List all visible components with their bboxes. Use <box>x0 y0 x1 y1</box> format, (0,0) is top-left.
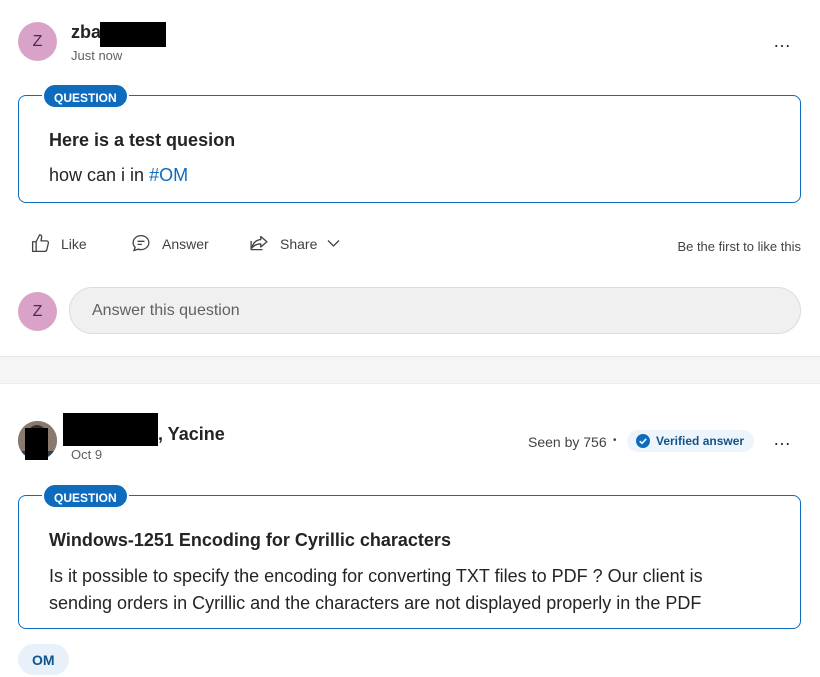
redaction-bar <box>25 428 48 460</box>
question-box: Windows-1251 Encoding for Cyrillic chara… <box>18 495 801 629</box>
avatar-initial: Z <box>32 32 43 50</box>
question-body-line: Is it possible to specify the encoding f… <box>49 566 703 586</box>
like-label: Like <box>61 235 87 252</box>
answer-input[interactable]: Answer this question <box>69 287 801 334</box>
share-button[interactable]: Share <box>248 233 340 254</box>
post-card-2: , Yacine Oct 9 Seen by 756 • Verified an… <box>0 384 820 677</box>
topic-tag[interactable]: OM <box>18 644 69 675</box>
share-label: Share <box>280 235 318 252</box>
like-icon <box>31 234 50 253</box>
more-options-icon[interactable]: … <box>773 430 792 448</box>
verified-check-icon <box>636 434 650 448</box>
question-badge: QUESTION <box>42 483 129 509</box>
answer-button[interactable]: Answer <box>130 233 209 254</box>
more-options-icon[interactable]: … <box>773 32 792 50</box>
post-timestamp: Just now <box>71 48 123 63</box>
post-timestamp: Oct 9 <box>71 447 103 462</box>
redaction-bar <box>100 22 166 47</box>
feed-divider <box>0 356 820 384</box>
like-hint: Be the first to like this <box>677 239 801 254</box>
question-title: Windows-1251 Encoding for Cyrillic chara… <box>49 530 451 550</box>
like-button[interactable]: Like <box>30 233 87 254</box>
separator-dot: • <box>613 435 617 446</box>
question-body-line: sending orders in Cyrillic and the chara… <box>49 593 702 613</box>
current-user-avatar: Z <box>18 292 57 331</box>
author-name[interactable]: zba <box>71 22 101 43</box>
verified-answer-label: Verified answer <box>656 434 745 448</box>
answer-input-placeholder: Answer this question <box>92 301 240 319</box>
question-title: Here is a test quesion <box>49 130 236 150</box>
question-body: how can i in #OM <box>49 162 770 189</box>
question-box: Here is a test quesion how can i in #OM <box>18 95 801 203</box>
question-badge: QUESTION <box>42 83 129 109</box>
author-name[interactable]: , Yacine <box>158 424 225 445</box>
author-avatar[interactable]: Z <box>18 22 57 61</box>
answer-icon <box>132 234 150 252</box>
answer-label: Answer <box>162 235 209 252</box>
redaction-bar <box>63 413 158 446</box>
chevron-down-icon[interactable] <box>327 239 340 248</box>
verified-answer-badge[interactable]: Verified answer <box>627 430 755 452</box>
question-body: Is it possible to specify the encoding f… <box>49 563 770 617</box>
post-card-1: Z zba Just now … Here is a test quesion … <box>0 0 820 356</box>
question-body-text: how can i in <box>49 165 150 185</box>
avatar-initial: Z <box>32 302 43 320</box>
share-icon <box>250 235 268 251</box>
hashtag-link[interactable]: #OM <box>149 165 188 185</box>
seen-by-count: Seen by 756 <box>528 434 607 450</box>
